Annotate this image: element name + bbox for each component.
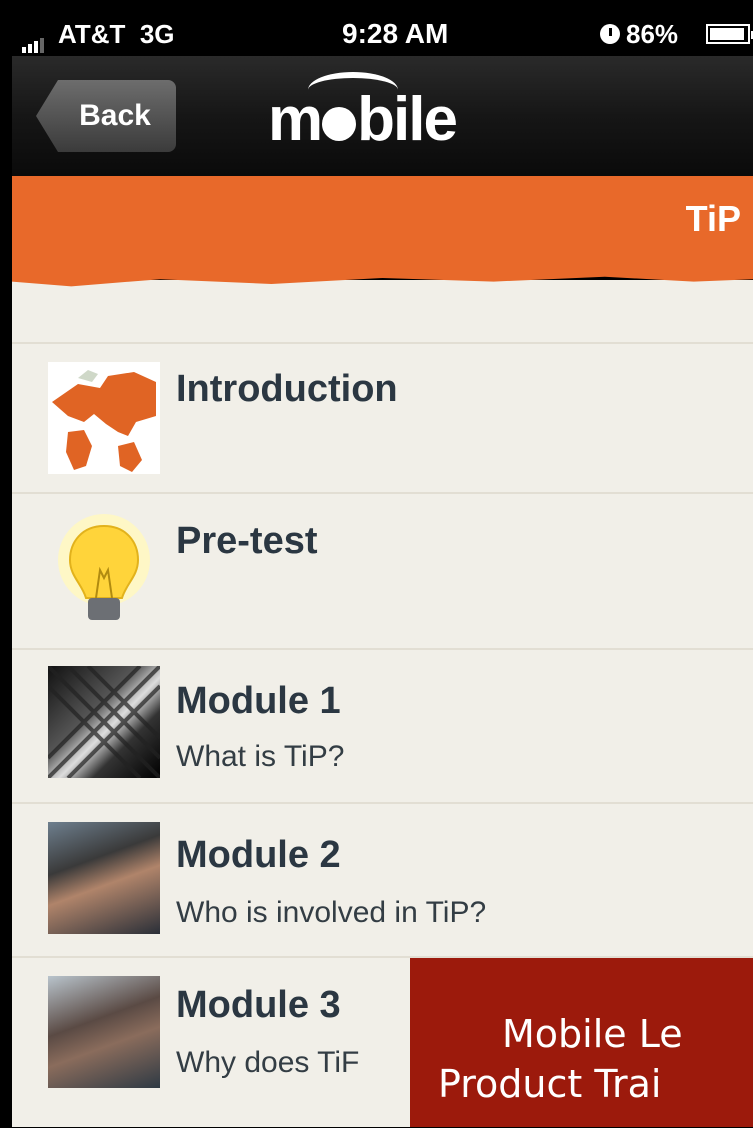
status-time: 9:28 AM (342, 18, 449, 49)
item-subtitle: Why does TiF (176, 1046, 360, 1079)
world-map-thumbnail (48, 362, 160, 474)
item-subtitle: What is TiP? (176, 740, 345, 773)
list-item-introduction[interactable]: Introduction (12, 342, 753, 494)
module-3-photo (48, 976, 160, 1088)
app-logo: m bile (268, 72, 458, 155)
item-title: Module 1 (176, 680, 341, 722)
navigation-bar: Back m bile (12, 56, 753, 178)
item-title: Module 3 (176, 984, 341, 1026)
clock-icon (600, 24, 620, 44)
item-title: Pre-test (176, 520, 318, 562)
module-1-photo (48, 666, 160, 778)
status-bar: AT&T 3G 9:28 AM 86% (12, 12, 753, 56)
battery-percent: 86% (626, 19, 679, 49)
item-subtitle: Who is involved in TiP? (176, 896, 487, 929)
overlay-line-2: Product Trai (438, 1062, 662, 1106)
list-item-pre-test[interactable]: Pre-test (12, 492, 753, 650)
list-item-module-2[interactable]: Module 2 Who is involved in TiP? (12, 802, 753, 958)
section-header: TiP (12, 176, 753, 287)
caption-overlay: Mobile Le Product Trai (410, 958, 753, 1127)
overlay-line-1: Mobile Le (502, 1012, 683, 1056)
module-2-photo (48, 822, 160, 934)
battery-icon (706, 24, 753, 44)
item-title: Module 2 (176, 834, 341, 876)
carrier-label: AT&T 3G (58, 19, 175, 49)
section-title: TiP (685, 198, 741, 239)
left-border (0, 0, 12, 1127)
item-title: Introduction (176, 368, 398, 410)
light-bulb-thumbnail (48, 508, 160, 620)
back-button[interactable]: Back (36, 80, 176, 152)
list-item-module-1[interactable]: Module 1 What is TiP? (12, 648, 753, 804)
signal-icon (22, 22, 46, 53)
